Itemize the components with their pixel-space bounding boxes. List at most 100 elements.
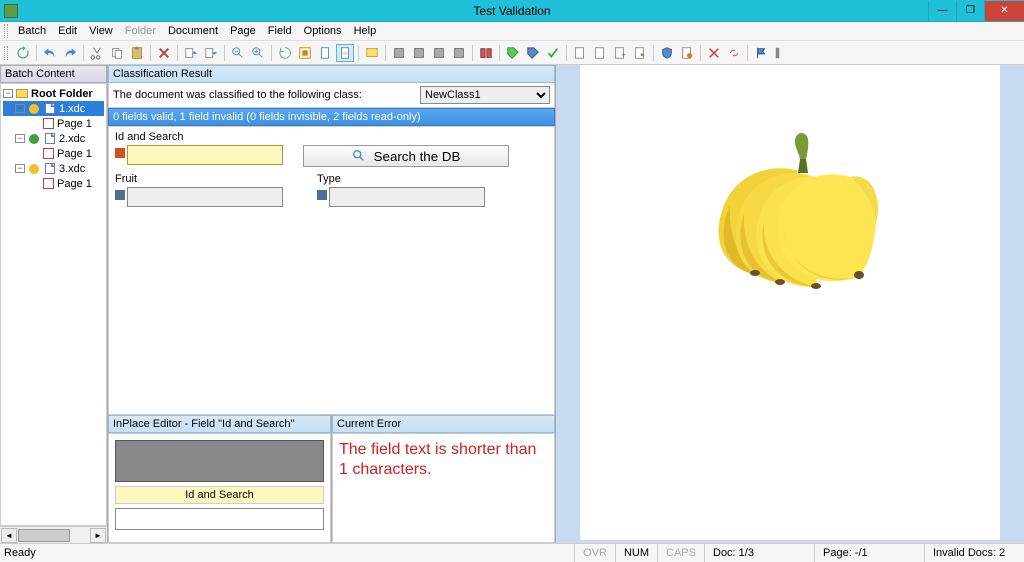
paste-icon[interactable] — [128, 44, 146, 62]
page-fit-icon[interactable] — [316, 44, 334, 62]
reject-icon[interactable] — [705, 44, 723, 62]
tree-page-label: Page 1 — [57, 118, 92, 130]
scroll-right-button[interactable]: ► — [90, 528, 106, 543]
tree-item-3[interactable]: − 3.xdc — [3, 161, 104, 176]
tag-blue-icon[interactable] — [524, 44, 542, 62]
note-icon[interactable] — [363, 44, 381, 62]
document-viewer[interactable] — [556, 65, 1024, 543]
search-icon — [352, 149, 366, 163]
menu-edit[interactable]: Edit — [52, 23, 83, 39]
status-doc: Doc: 1/3 — [704, 544, 814, 562]
validation-panel: Classification Result The document was c… — [108, 65, 556, 543]
highlight-icon[interactable] — [336, 44, 354, 62]
banana-image — [700, 125, 900, 305]
nav-next-icon[interactable] — [430, 44, 448, 62]
redo-icon[interactable] — [61, 44, 79, 62]
grip-icon[interactable] — [772, 44, 790, 62]
current-error-panel: Current Error The field text is shorter … — [332, 415, 555, 543]
search-db-button[interactable]: Search the DB — [303, 145, 509, 167]
id-search-input[interactable] — [127, 145, 283, 165]
status-caps: CAPS — [657, 544, 704, 562]
check-icon[interactable] — [544, 44, 562, 62]
error-status-icon — [115, 148, 125, 158]
nav-first-icon[interactable] — [390, 44, 408, 62]
status-ok-icon — [27, 133, 41, 145]
nav-prev-icon[interactable] — [410, 44, 428, 62]
error-body: The field text is shorter than 1 charact… — [332, 433, 555, 543]
menu-field[interactable]: Field — [262, 23, 298, 39]
status-question-icon — [27, 163, 41, 175]
tag-green-icon[interactable] — [504, 44, 522, 62]
doc-icon[interactable] — [591, 44, 609, 62]
collapse-icon[interactable]: − — [15, 164, 25, 173]
menu-document[interactable]: Document — [162, 23, 224, 39]
move-down-icon[interactable] — [202, 44, 220, 62]
status-invalid: Invalid Docs: 2 — [924, 544, 1024, 562]
minimize-button[interactable]: — — [928, 1, 956, 21]
menu-bar: Batch Edit View Folder Document Page Fie… — [0, 22, 1024, 41]
type-input — [329, 187, 485, 207]
batch-tree[interactable]: − Root Folder − 1.xdc Page 1 − 2.xdc — [0, 83, 107, 526]
page-icon — [41, 118, 55, 130]
move-up-icon[interactable] — [182, 44, 200, 62]
tree-root-label: Root Folder — [31, 88, 93, 100]
tree-item-label: 1.xdc — [59, 103, 85, 115]
collapse-icon[interactable]: − — [3, 89, 13, 98]
status-page: Page: -/1 — [814, 544, 924, 562]
tree-item-1[interactable]: − 1.xdc — [3, 101, 104, 116]
nav-last-icon[interactable] — [450, 44, 468, 62]
form-area: Id and Search Search the DB Fruit — [108, 126, 555, 415]
document-page — [580, 65, 1000, 540]
book-icon[interactable] — [477, 44, 495, 62]
collapse-icon[interactable]: − — [15, 104, 25, 113]
class-select[interactable]: NewClass1 — [420, 86, 550, 104]
id-search-label: Id and Search — [115, 131, 283, 143]
collapse-icon[interactable]: − — [15, 134, 25, 143]
scroll-left-button[interactable]: ◄ — [1, 528, 17, 543]
zoom-out-icon[interactable] — [229, 44, 247, 62]
readonly-status-icon — [115, 190, 125, 200]
copy-icon[interactable] — [108, 44, 126, 62]
tree-page-2[interactable]: Page 1 — [3, 146, 104, 161]
mark-icon[interactable] — [678, 44, 696, 62]
status-bar: Ready OVR NUM CAPS Doc: 1/3 Page: -/1 In… — [0, 543, 1024, 562]
menu-batch[interactable]: Batch — [12, 23, 52, 39]
close-button[interactable]: ✕ — [984, 1, 1024, 21]
tree-item-label: 3.xdc — [59, 163, 85, 175]
inplace-input[interactable] — [115, 508, 324, 530]
menu-options[interactable]: Options — [298, 23, 348, 39]
inplace-field-label: Id and Search — [115, 486, 324, 504]
toolbar-grip[interactable] — [4, 46, 8, 60]
flag-icon[interactable] — [752, 44, 770, 62]
rotate-icon[interactable] — [276, 44, 294, 62]
menu-grip[interactable] — [4, 24, 8, 38]
bottom-panels: InPlace Editor - Field "Id and Search" I… — [108, 415, 555, 543]
tree-page-3[interactable]: Page 1 — [3, 176, 104, 191]
classification-text: The document was classified to the follo… — [113, 89, 362, 101]
refresh-icon[interactable] — [14, 44, 32, 62]
doc-go-icon[interactable] — [631, 44, 649, 62]
link-icon[interactable] — [725, 44, 743, 62]
cut-icon[interactable] — [88, 44, 106, 62]
menu-view[interactable]: View — [83, 23, 119, 39]
tree-root[interactable]: − Root Folder — [3, 86, 104, 101]
maximize-button[interactable]: ❐ — [956, 1, 984, 21]
scroll-thumb[interactable] — [18, 529, 70, 542]
inplace-snippet-image — [115, 440, 324, 482]
menu-page[interactable]: Page — [224, 23, 262, 39]
shield-icon[interactable] — [658, 44, 676, 62]
menu-help[interactable]: Help — [348, 23, 383, 39]
toolbar — [0, 41, 1024, 65]
tree-item-2[interactable]: − 2.xdc — [3, 131, 104, 146]
inplace-header: InPlace Editor - Field "Id and Search" — [108, 415, 331, 433]
zoom-in-icon[interactable] — [249, 44, 267, 62]
inplace-editor-panel: InPlace Editor - Field "Id and Search" I… — [108, 415, 332, 543]
undo-icon[interactable] — [41, 44, 59, 62]
fit-icon[interactable] — [296, 44, 314, 62]
tree-hscroll[interactable]: ◄ ► — [0, 526, 107, 543]
doc-new-icon[interactable] — [571, 44, 589, 62]
page-icon — [41, 178, 55, 190]
delete-icon[interactable] — [155, 44, 173, 62]
tree-page-1[interactable]: Page 1 — [3, 116, 104, 131]
doc-add-icon[interactable] — [611, 44, 629, 62]
